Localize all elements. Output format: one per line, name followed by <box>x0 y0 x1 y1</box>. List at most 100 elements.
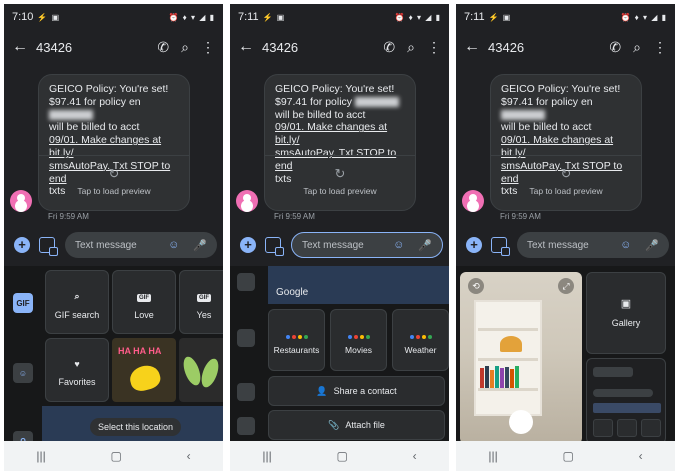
search-icon[interactable]: ⌕ <box>633 39 641 56</box>
bookshelf-image <box>474 300 542 416</box>
plus-icon[interactable]: + <box>240 237 256 253</box>
phone-icon[interactable]: ✆ <box>609 39 621 56</box>
paperclip-icon: 📎 <box>328 419 340 430</box>
message-timestamp: Fri 9:59 AM <box>274 212 315 221</box>
home-icon[interactable]: ▢ <box>563 449 574 463</box>
gif-category-button[interactable]: GIF <box>4 288 42 318</box>
text-message-field[interactable]: Text message ☺ 🎤 <box>517 232 669 258</box>
link-preview[interactable]: ↻ Tap to load preview <box>39 155 189 210</box>
recents-icon[interactable]: ||| <box>488 449 497 463</box>
microphone-icon[interactable]: 🎤 <box>193 239 207 252</box>
back-arrow-icon[interactable]: ← <box>238 38 260 56</box>
sticker-figure <box>198 356 222 390</box>
text-message-placeholder: Text message <box>302 239 364 251</box>
avatar[interactable] <box>10 190 32 212</box>
assistant-tile-movies[interactable]: Movies <box>330 309 387 371</box>
select-location-chip[interactable]: Select this location <box>90 418 182 436</box>
home-icon[interactable]: ▢ <box>111 449 122 463</box>
tile-label: GIF search <box>54 310 100 320</box>
emoji-icon[interactable]: ☺ <box>620 239 631 252</box>
attach-side-button[interactable] <box>230 410 262 442</box>
camera-viewfinder[interactable]: ⟲ ⤢ <box>460 272 582 444</box>
assistant-dots-icon <box>269 326 324 339</box>
gallery-button[interactable]: ▣ Gallery <box>586 272 666 354</box>
share-contact-button[interactable]: 👤 Share a contact <box>268 376 445 406</box>
assistant-dots-icon <box>393 326 448 339</box>
message-bubble[interactable]: GEICO Policy: You're set! $97.41 for pol… <box>264 74 416 211</box>
back-arrow-icon[interactable]: ← <box>12 38 34 56</box>
message-link[interactable]: 09/01. Make changes at bit.ly/ <box>275 121 387 146</box>
assistant-tile-restaurants[interactable]: Restaurants <box>268 309 325 371</box>
back-nav-icon[interactable]: ‹ <box>639 449 643 463</box>
redaction-blur <box>354 97 399 108</box>
back-nav-icon[interactable]: ‹ <box>187 449 191 463</box>
tile-label: Love <box>134 310 154 320</box>
microphone-icon[interactable]: 🎤 <box>645 239 659 252</box>
recents-icon[interactable]: ||| <box>36 449 45 463</box>
gif-yes-tile[interactable]: GIF Yes <box>179 270 223 334</box>
more-options-icon[interactable]: ⋮ <box>201 39 215 56</box>
gif-badge-icon: GIF <box>13 293 33 313</box>
message-bubble[interactable]: GEICO Policy: You're set! $97.41 for pol… <box>490 74 642 211</box>
gallery-label: Gallery <box>611 318 641 328</box>
home-icon[interactable]: ▢ <box>337 449 348 463</box>
status-time: 7:10 <box>12 11 34 23</box>
phone-icon[interactable]: ✆ <box>157 39 169 56</box>
assistant-tile-weather[interactable]: Weather <box>392 309 449 371</box>
more-options-icon[interactable]: ⋮ <box>653 39 667 56</box>
expand-icon[interactable]: ⤢ <box>558 278 574 294</box>
avatar[interactable] <box>236 190 258 212</box>
status-bar: 7:11 ⚡ ▣ ⏰ ♦ ▾ ◢ ▮ <box>456 4 675 30</box>
system-nav-bar: ||| ▢ ‹ <box>4 441 223 471</box>
attach-file-button[interactable]: 📎 Attach file <box>268 410 445 440</box>
screen-camera-tray: 7:11 ⚡ ▣ ⏰ ♦ ▾ ◢ ▮ ← 43426 ✆ ⌕ ⋮ GEICO P… <box>456 4 675 471</box>
compose-bar: + Text message ☺ 🎤 <box>230 228 449 262</box>
microphone-icon[interactable]: 🎤 <box>418 239 432 252</box>
gif-love-tile[interactable]: GIF Love <box>112 270 176 334</box>
back-nav-icon[interactable]: ‹ <box>413 449 417 463</box>
assistant-side-button[interactable] <box>230 322 262 354</box>
shutter-button[interactable] <box>509 410 533 434</box>
status-bar: 7:11 ⚡ ▣ ⏰ ♦ ▾ ◢ ▮ <box>230 4 449 30</box>
media-icon[interactable] <box>265 237 284 256</box>
location-map[interactable] <box>268 266 449 304</box>
search-icon[interactable]: ⌕ <box>407 39 415 56</box>
favorites-tile[interactable]: ♥ Favorites <box>45 338 109 402</box>
notification-icons: ⚡ ▣ <box>37 12 61 22</box>
message-timestamp: Fri 9:59 AM <box>500 212 541 221</box>
media-icon[interactable] <box>39 237 58 256</box>
refresh-icon: ↻ <box>108 166 120 181</box>
emoji-icon[interactable]: ☺ <box>168 239 179 252</box>
location-side-button[interactable] <box>230 266 262 298</box>
more-options-icon[interactable]: ⋮ <box>427 39 441 56</box>
sticker-avocado[interactable] <box>179 338 223 402</box>
link-preview[interactable]: ↻ Tap to load preview <box>491 155 641 210</box>
recents-icon[interactable]: ||| <box>262 449 271 463</box>
app-bar: ← 43426 ✆ ⌕ ⋮ <box>230 30 449 64</box>
screen-gif-tray: 7:10 ⚡ ▣ ⏰ ♦ ▾ ◢ ▮ ← 43426 ✆ ⌕ ⋮ GEICO P… <box>4 4 223 471</box>
message-timestamp: Fri 9:59 AM <box>48 212 89 221</box>
phone-icon[interactable]: ✆ <box>383 39 395 56</box>
link-preview[interactable]: ↻ Tap to load preview <box>265 155 415 210</box>
recent-screenshot-thumbnail[interactable] <box>586 358 666 444</box>
plus-icon[interactable]: + <box>14 237 30 253</box>
gif-search-tile[interactable]: ⌕ GIF search <box>45 270 109 334</box>
search-icon[interactable]: ⌕ <box>181 39 189 56</box>
preview-label: Tap to load preview <box>303 186 377 196</box>
text-message-field[interactable]: Text message ☺ 🎤 <box>291 232 443 258</box>
text-message-placeholder: Text message <box>75 239 137 251</box>
gif-badge-icon: GIF <box>137 294 151 302</box>
text-message-field[interactable]: Text message ☺ 🎤 <box>65 232 217 258</box>
avatar[interactable] <box>462 190 484 212</box>
media-icon[interactable] <box>491 237 510 256</box>
contact-side-button[interactable] <box>230 376 262 408</box>
plus-icon[interactable]: + <box>466 237 482 253</box>
message-bubble[interactable]: GEICO Policy: You're set! $97.41 for pol… <box>38 74 190 211</box>
switch-camera-icon[interactable]: ⟲ <box>468 278 484 294</box>
sticker-category-button[interactable]: ☺ <box>4 358 42 388</box>
back-arrow-icon[interactable]: ← <box>464 38 486 56</box>
status-bar: 7:10 ⚡ ▣ ⏰ ♦ ▾ ◢ ▮ <box>4 4 223 30</box>
emoji-icon[interactable]: ☺ <box>393 239 404 252</box>
app-bar: ← 43426 ✆ ⌕ ⋮ <box>4 30 223 64</box>
sticker-ha-ha[interactable]: HA HA HA <box>112 338 176 402</box>
